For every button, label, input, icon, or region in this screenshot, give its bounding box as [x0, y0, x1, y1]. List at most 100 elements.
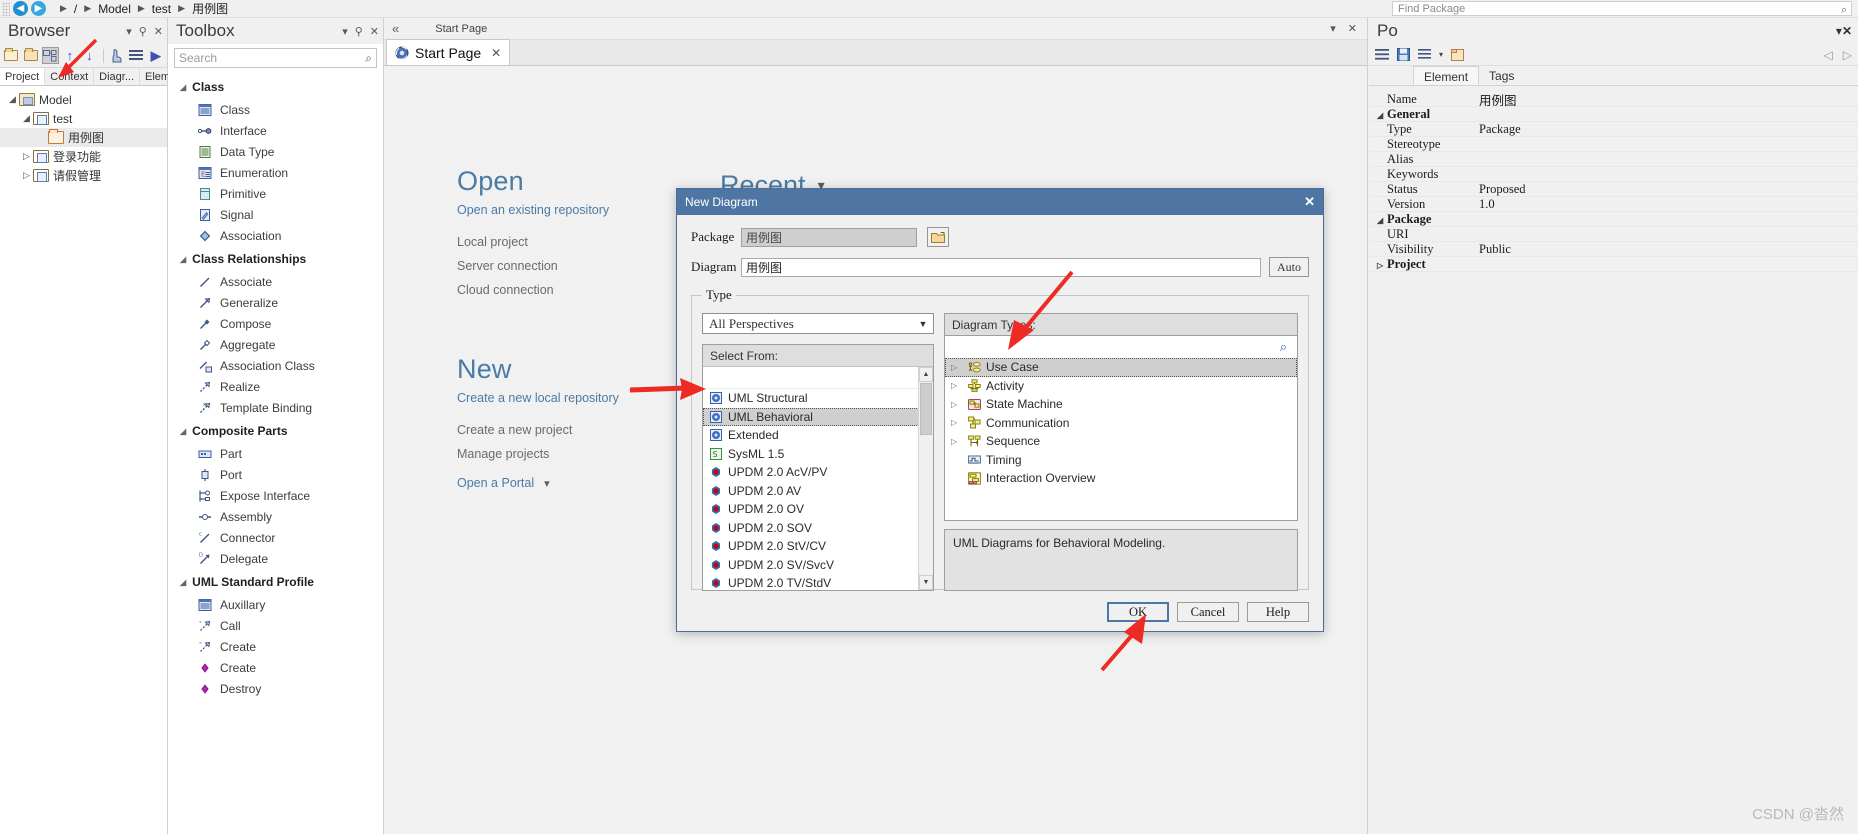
select-from-search-row[interactable]: ⌕ [703, 367, 933, 389]
chevron-down-icon[interactable]: ▾ [1330, 22, 1336, 35]
toolbox-item-data-type[interactable]: Data Type [168, 141, 383, 162]
property-value[interactable]: Package [1479, 122, 1858, 137]
toolbox-search-input[interactable]: Search ⌕ [174, 48, 377, 68]
property-section-package[interactable]: ◢ Package [1369, 212, 1858, 227]
toolbox-item-expose-interface[interactable]: Expose Interface [168, 485, 383, 506]
breadcrumb-item-2[interactable]: test [151, 2, 172, 16]
property-row[interactable]: Visibility Public [1369, 242, 1858, 257]
diagram-type-timing[interactable]: Timing [945, 451, 1297, 470]
twisty-open-icon[interactable]: ◢ [1377, 216, 1387, 225]
twisty-closed-icon[interactable]: ▷ [20, 151, 33, 162]
twisty-open-icon[interactable]: ◢ [20, 113, 33, 124]
diagram-type-activity[interactable]: ▷ Activity [945, 377, 1297, 396]
property-row[interactable]: Stereotype [1369, 137, 1858, 152]
browser-tab-project[interactable]: Project [0, 68, 46, 85]
property-section-general[interactable]: ◢ General [1369, 107, 1858, 122]
toolbox-group-class[interactable]: ◢ Class [168, 74, 383, 99]
new-link-manage-projects[interactable]: Manage projects [457, 447, 619, 461]
property-row[interactable]: Status Proposed [1369, 182, 1858, 197]
property-value[interactable]: Public [1479, 242, 1858, 257]
diagram-type-communication[interactable]: ▷ Communication [945, 414, 1297, 433]
toolbox-item-generalize[interactable]: Generalize [168, 292, 383, 313]
open-a-portal-link[interactable]: Open a Portal ▾ [457, 476, 550, 490]
twisty-open-icon[interactable]: ◢ [6, 94, 19, 105]
toolbox-item-template-binding[interactable]: x Template Binding [168, 397, 383, 418]
close-icon[interactable]: ✕ [1304, 194, 1315, 210]
toolbox-item-call[interactable]: « Call [168, 615, 383, 636]
diagram-type-sequence[interactable]: ▷ Sequence [945, 432, 1297, 451]
select-from-item-updm-sv-svcv[interactable]: UPDM 2.0 SV/SvcV [703, 556, 933, 575]
menu-icon[interactable] [1375, 49, 1389, 60]
twisty-closed-icon[interactable]: ▷ [951, 363, 963, 372]
select-from-item-extended[interactable]: Extended [703, 426, 933, 445]
move-up-icon[interactable]: ↑ [62, 47, 79, 64]
property-row[interactable]: URI [1369, 227, 1858, 242]
dialog-titlebar[interactable]: New Diagram ✕ [677, 189, 1323, 215]
search-icon[interactable]: ⌕ [365, 51, 372, 66]
toolbox-item-aggregate[interactable]: Aggregate [168, 334, 383, 355]
twisty-open-icon[interactable]: ◢ [180, 255, 186, 264]
open-link-cloud-connection[interactable]: Cloud connection [457, 283, 609, 297]
tree-node-test[interactable]: ◢ test [0, 109, 167, 128]
next-icon[interactable]: ▷ [1843, 48, 1852, 62]
scrollbar-thumb[interactable] [920, 383, 932, 435]
auto-button[interactable]: Auto [1269, 257, 1309, 277]
double-chevron-left-icon[interactable]: « [384, 21, 407, 36]
select-from-scrollbar[interactable]: ▲ ▼ [918, 367, 933, 590]
search-icon[interactable]: ⌕ [1280, 339, 1287, 355]
select-from-item-updm-ov[interactable]: UPDM 2.0 OV [703, 500, 933, 519]
toolbox-item-interface[interactable]: Interface [168, 120, 383, 141]
chevron-down-icon[interactable]: ▾ [544, 477, 550, 490]
pointer-icon[interactable] [109, 47, 126, 64]
property-section-project[interactable]: ▷ Project [1369, 257, 1858, 272]
twisty-closed-icon[interactable]: ▷ [951, 400, 963, 409]
tab-element[interactable]: Element [1413, 66, 1480, 85]
twisty-open-icon[interactable]: ◢ [180, 83, 186, 92]
twisty-closed-icon[interactable]: ▷ [1377, 261, 1387, 270]
property-value[interactable]: Proposed [1479, 182, 1858, 197]
breadcrumb-item-3[interactable]: 用例图 [191, 0, 229, 17]
twisty-open-icon[interactable]: ◢ [180, 578, 186, 587]
select-from-item-uml-behavioral[interactable]: UML Behavioral [703, 407, 933, 426]
twisty-closed-icon[interactable]: ▷ [951, 381, 963, 390]
property-value[interactable]: 1.0 [1479, 197, 1858, 212]
pin-icon[interactable]: ⚲ [139, 25, 147, 38]
tree-node-denglugongneng[interactable]: ▷ 登录功能 [0, 147, 167, 166]
back-arrow-icon[interactable]: ◀ [13, 1, 28, 16]
dropdown-icon[interactable]: ▾ [1439, 50, 1443, 59]
browser-tab-diagram[interactable]: Diagr... [94, 68, 141, 85]
toolbox-item-assembly[interactable]: Assembly [168, 506, 383, 527]
close-icon[interactable]: ✕ [370, 25, 379, 38]
move-down-icon[interactable]: ↓ [81, 47, 98, 64]
property-row[interactable]: Keywords [1369, 167, 1858, 182]
select-from-item-updm-acv-pv[interactable]: UPDM 2.0 AcV/PV [703, 463, 933, 482]
close-icon[interactable]: ✕ [154, 25, 163, 38]
toolbox-item-primitive[interactable]: Primitive [168, 183, 383, 204]
open-link-server-connection[interactable]: Server connection [457, 259, 609, 273]
property-row[interactable]: Name 用例图 [1369, 92, 1858, 108]
toolbox-item-part[interactable]: Part [168, 443, 383, 464]
breadcrumb-item-0[interactable]: / [73, 2, 78, 16]
toolbox-item-destroy[interactable]: Destroy [168, 678, 383, 699]
toolbox-item-association[interactable]: Association [168, 225, 383, 246]
tree-node-yonglitu[interactable]: 用例图 [0, 128, 167, 147]
select-from-item-uml-structural[interactable]: UML Structural [703, 389, 933, 408]
toolbox-item-create-link[interactable]: « Create [168, 636, 383, 657]
toolbox-group-uml-standard-profile[interactable]: ◢ UML Standard Profile [168, 569, 383, 594]
twisty-closed-icon[interactable]: ▷ [951, 437, 963, 446]
select-from-item-updm-tv-stdv[interactable]: UPDM 2.0 TV/StdV [703, 574, 933, 590]
twisty-open-icon[interactable]: ◢ [180, 427, 186, 436]
close-icon[interactable]: ✕ [1842, 24, 1852, 38]
toolbox-item-auxillary[interactable]: Auxillary [168, 594, 383, 615]
close-icon[interactable]: ✕ [491, 46, 501, 60]
property-row[interactable]: Version 1.0 [1369, 197, 1858, 212]
chevron-down-icon[interactable]: ▼ [913, 314, 933, 333]
drag-grip[interactable] [2, 1, 10, 16]
toolbox-group-composite-parts[interactable]: ◢ Composite Parts [168, 418, 383, 443]
tab-start-page[interactable]: Start Page ✕ [386, 39, 511, 65]
toolbox-item-delegate[interactable]: D Delegate [168, 548, 383, 569]
toolbox-item-create-node[interactable]: Create [168, 657, 383, 678]
diagram-type-interaction-overview[interactable]: Interaction Overview [945, 469, 1297, 488]
diagram-type-state-machine[interactable]: ▷ State Machine [945, 395, 1297, 414]
select-from-item-updm-stv-cv[interactable]: UPDM 2.0 StV/CV [703, 537, 933, 556]
